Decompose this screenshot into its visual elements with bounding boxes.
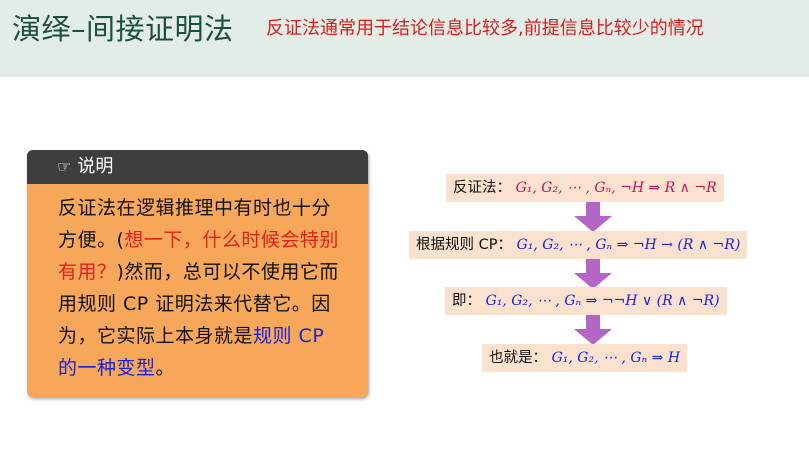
flow-step-3: 即： G₁, G₂, ⋯ , Gₙ ⇒ ¬¬H ∨ (R ∧ ¬R) bbox=[445, 287, 727, 315]
flow-step-1: 反证法： G₁, G₂, ⋯ , Gₙ, ¬H ⇒ R ∧ ¬R bbox=[446, 174, 724, 202]
header-bar: 演绎–间接证明法 反证法通常用于结论信息比较多,前提信息比较少的情况 bbox=[0, 0, 809, 77]
step-1-formula: G₁, G₂, ⋯ , Gₙ, ¬H ⇒ R ∧ ¬R bbox=[515, 180, 717, 196]
note-box: ☞ 说明 反证法在逻辑推理中有时也十分方便。(想一下，什么时候会特别有用？)然而… bbox=[27, 150, 368, 397]
note-header: ☞ 说明 bbox=[27, 150, 368, 184]
down-arrow-icon bbox=[574, 315, 612, 345]
step-4-formula: G₁, G₂, ⋯ , Gₙ ⇒ H bbox=[551, 350, 681, 366]
note-body: 反证法在逻辑推理中有时也十分方便。(想一下，什么时候会特别有用？)然而，总可以不… bbox=[27, 184, 368, 384]
step-4-label: 也就是： bbox=[489, 350, 547, 366]
step-2-formula: G₁, G₂, ⋯ , Gₙ ⇒ ¬H → (R ∧ ¬R) bbox=[516, 237, 741, 253]
note-title: 说明 bbox=[77, 156, 114, 177]
step-3-label: 即： bbox=[452, 293, 481, 309]
flow-step-4: 也就是： G₁, G₂, ⋯ , Gₙ ⇒ H bbox=[482, 344, 688, 372]
page-title: 演绎–间接证明法 bbox=[12, 12, 234, 46]
note-text-3: 。 bbox=[155, 357, 176, 379]
down-arrow-icon bbox=[574, 202, 612, 232]
pointing-hand-icon: ☞ bbox=[57, 157, 72, 176]
flow-step-2: 根据规则 CP： G₁, G₂, ⋯ , Gₙ ⇒ ¬H → (R ∧ ¬R) bbox=[409, 231, 748, 259]
page-subtitle: 反证法通常用于结论信息比较多,前提信息比较少的情况 bbox=[266, 18, 704, 39]
step-3-formula: G₁, G₂, ⋯ , Gₙ ⇒ ¬¬H ∨ (R ∧ ¬R) bbox=[485, 293, 720, 309]
step-2-label: 根据规则 CP： bbox=[416, 237, 512, 253]
step-1-label: 反证法： bbox=[453, 180, 511, 196]
down-arrow-icon bbox=[574, 259, 612, 289]
